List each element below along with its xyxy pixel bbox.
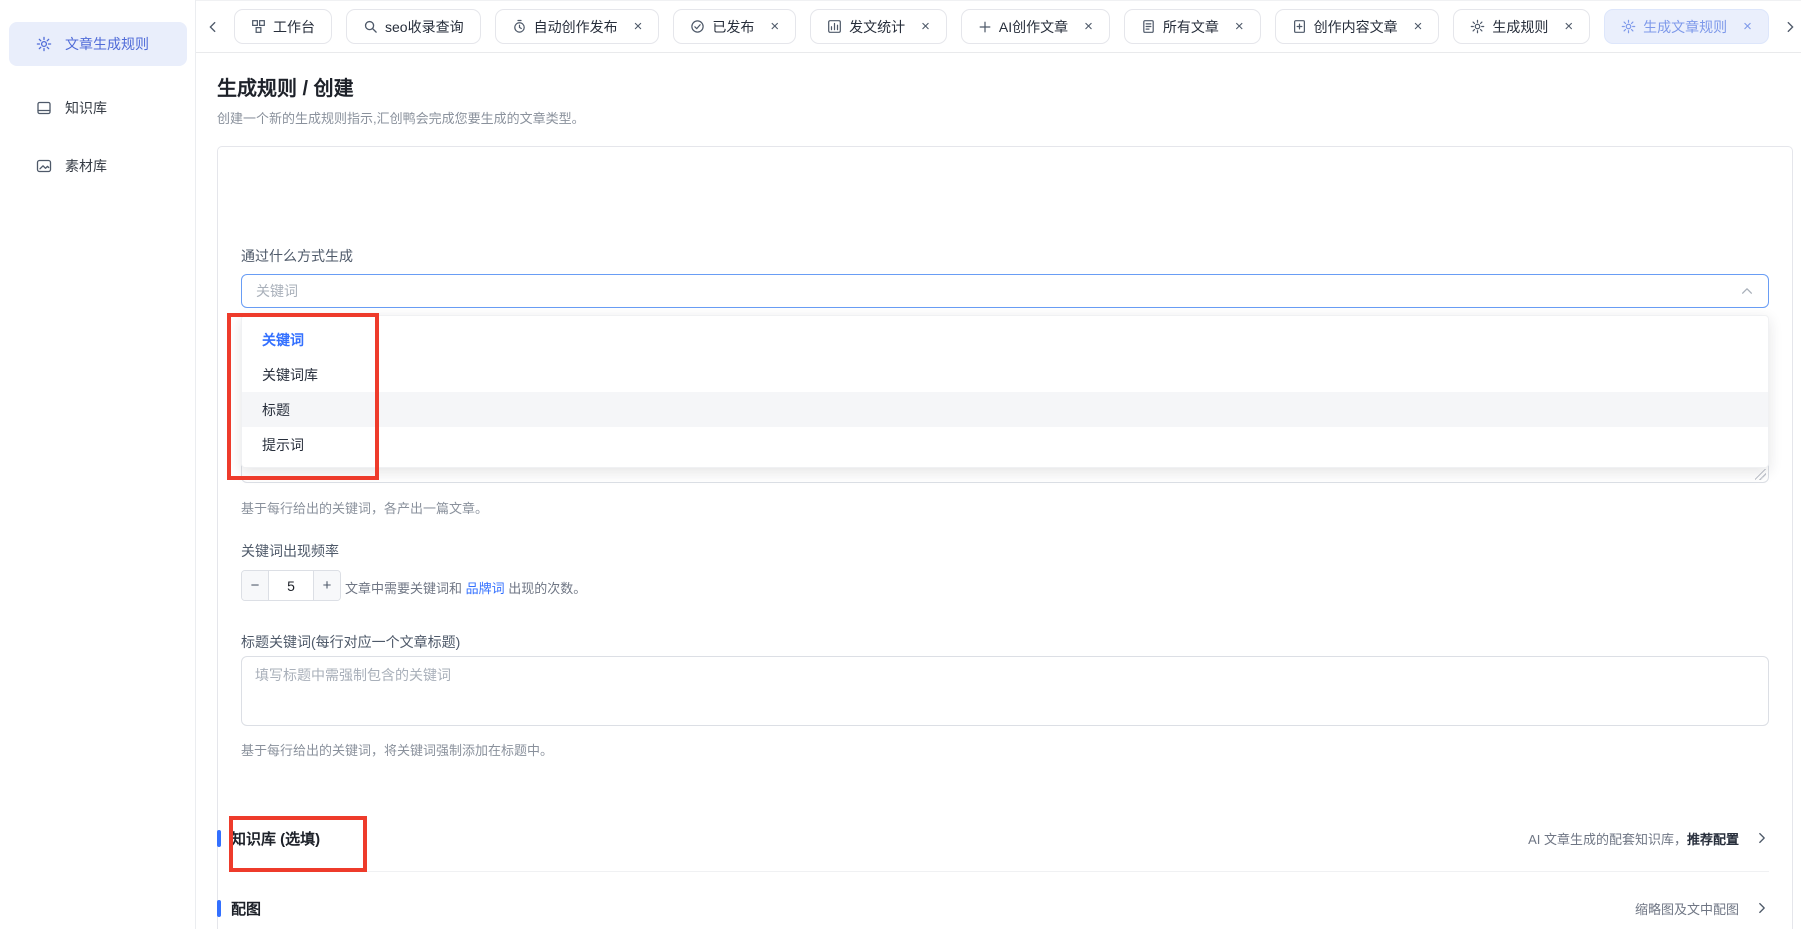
page-subtitle: 创建一个新的生成规则指示,汇创鸭会完成您要生成的文章类型。 — [217, 108, 585, 127]
dropdown-option-keyword[interactable]: 关键词 — [242, 322, 1768, 357]
tab-published[interactable]: 已发布 × — [673, 9, 796, 44]
close-icon[interactable]: × — [634, 19, 643, 34]
tab-label: 所有文章 — [1163, 17, 1219, 37]
rule-form-card: 基础设置 — [217, 146, 1793, 929]
app-window: 文章生成规则 知识库 素材库 工作台 seo收录查询 — [0, 0, 1801, 929]
chevron-right-icon[interactable] — [1755, 831, 1769, 845]
frequency-help-text: 文章中需要关键词和 品牌词 出现的次数。 — [345, 578, 586, 597]
frequency-label: 关键词出现频率 — [241, 541, 339, 561]
title-keywords-help-text: 基于每行给出的关键词，将关键词强制添加在标题中。 — [241, 740, 553, 759]
section-knowledge-base[interactable]: 知识库 (选填) AI 文章生成的配套知识库，推荐配置 — [241, 825, 1769, 851]
tab-created-content[interactable]: 创作内容文章 × — [1275, 9, 1440, 44]
tab-label: AI创作文章 — [999, 17, 1068, 37]
dropdown-option-keyword-library[interactable]: 关键词库 — [242, 357, 1768, 392]
section-title: 知识库 (选填) — [231, 828, 320, 849]
close-icon[interactable]: × — [1564, 19, 1573, 34]
close-icon[interactable]: × — [921, 19, 930, 34]
knowledge-hint-text: AI 文章生成的配套知识库， — [1528, 832, 1687, 847]
file-plus-icon — [1292, 19, 1307, 34]
section-illustration[interactable]: 配图 缩略图及文中配图 — [241, 895, 1769, 921]
tab-label: 自动创作发布 — [534, 17, 618, 37]
method-label: 通过什么方式生成 — [241, 246, 353, 266]
close-icon[interactable]: × — [1414, 19, 1423, 34]
plus-icon — [978, 20, 992, 34]
dropdown-option-title[interactable]: 标题 — [242, 392, 1768, 427]
sidebar: 文章生成规则 知识库 素材库 — [0, 0, 196, 929]
document-icon — [1141, 19, 1156, 34]
tabs-scroll-left-icon[interactable] — [206, 20, 220, 34]
tab-workbench[interactable]: 工作台 — [234, 9, 332, 44]
workbench-icon — [251, 19, 266, 34]
section-accent-bar — [217, 830, 221, 847]
method-dropdown: 关键词 关键词库 标题 提示词 — [241, 315, 1769, 468]
resize-grip[interactable] — [1755, 469, 1766, 480]
check-circle-icon — [690, 19, 705, 34]
tabs-scroll-right-icon[interactable] — [1783, 20, 1797, 34]
section-accent-bar — [217, 900, 221, 917]
tab-label: 创作内容文章 — [1314, 17, 1398, 37]
tab-bar: 工作台 seo收录查询 自动创作发布 × 已发布 × 发文统计 × AI创作文章… — [196, 0, 1801, 53]
sidebar-item-knowledge-base[interactable]: 知识库 — [9, 86, 187, 130]
method-select-input[interactable] — [256, 283, 1740, 299]
frequency-help-before: 文章中需要关键词和 — [345, 581, 466, 596]
section-divider — [241, 871, 1769, 872]
close-icon[interactable]: × — [1084, 19, 1093, 34]
chevron-right-icon[interactable] — [1755, 901, 1769, 915]
plus-button[interactable]: + — [313, 571, 340, 600]
tab-label: seo收录查询 — [385, 17, 464, 37]
knowledge-hint: AI 文章生成的配套知识库，推荐配置 — [1528, 829, 1739, 848]
sidebar-item-label: 素材库 — [65, 156, 107, 176]
tab-ai-article[interactable]: AI创作文章 × — [961, 9, 1110, 44]
section-title: 配图 — [231, 898, 261, 919]
chevron-up-icon[interactable] — [1740, 284, 1754, 298]
knowledge-hint-bold: 推荐配置 — [1687, 832, 1739, 847]
gear-icon — [36, 36, 52, 52]
tab-label: 发文统计 — [849, 17, 905, 37]
close-icon[interactable]: × — [770, 19, 779, 34]
tab-article-generation-rules[interactable]: 生成文章规则 × — [1604, 9, 1769, 44]
auto-publish-icon — [512, 19, 527, 34]
page-title: 生成规则 / 创建 — [217, 72, 354, 101]
title-keywords-textarea[interactable] — [241, 656, 1769, 726]
method-select[interactable] — [241, 274, 1769, 308]
tab-label: 生成规则 — [1492, 17, 1548, 37]
tab-label: 工作台 — [273, 17, 315, 37]
sidebar-item-label: 知识库 — [65, 98, 107, 118]
dropdown-option-prompt[interactable]: 提示词 — [242, 427, 1768, 462]
sidebar-item-article-rules[interactable]: 文章生成规则 — [9, 22, 187, 66]
sidebar-item-label: 文章生成规则 — [65, 34, 149, 54]
tab-post-stats[interactable]: 发文统计 × — [810, 9, 947, 44]
tab-all-articles[interactable]: 所有文章 × — [1124, 9, 1261, 44]
illustration-hint: 缩略图及文中配图 — [1635, 899, 1739, 918]
close-icon[interactable]: × — [1235, 19, 1244, 34]
chart-icon — [827, 19, 842, 34]
search-icon — [363, 19, 378, 34]
title-keywords-label: 标题关键词(每行对应一个文章标题) — [241, 632, 460, 652]
sidebar-item-material-library[interactable]: 素材库 — [9, 144, 187, 188]
frequency-stepper: − 5 + — [241, 570, 341, 601]
frequency-value[interactable]: 5 — [269, 571, 313, 600]
gear-icon — [1470, 19, 1485, 34]
frequency-help-after: 出现的次数。 — [505, 581, 587, 596]
tab-seo-query[interactable]: seo收录查询 — [346, 9, 481, 44]
book-icon — [36, 100, 52, 116]
close-icon[interactable]: × — [1743, 19, 1752, 34]
tab-label: 生成文章规则 — [1643, 17, 1727, 37]
minus-button[interactable]: − — [242, 571, 269, 600]
image-icon — [36, 158, 52, 174]
tab-label: 已发布 — [712, 17, 754, 37]
brand-words-link[interactable]: 品牌词 — [466, 581, 505, 596]
tab-generation-rules[interactable]: 生成规则 × — [1453, 9, 1590, 44]
gear-icon — [1621, 19, 1636, 34]
tab-auto-publish[interactable]: 自动创作发布 × — [495, 9, 660, 44]
method-help-text: 基于每行给出的关键词，各产出一篇文章。 — [241, 498, 488, 517]
